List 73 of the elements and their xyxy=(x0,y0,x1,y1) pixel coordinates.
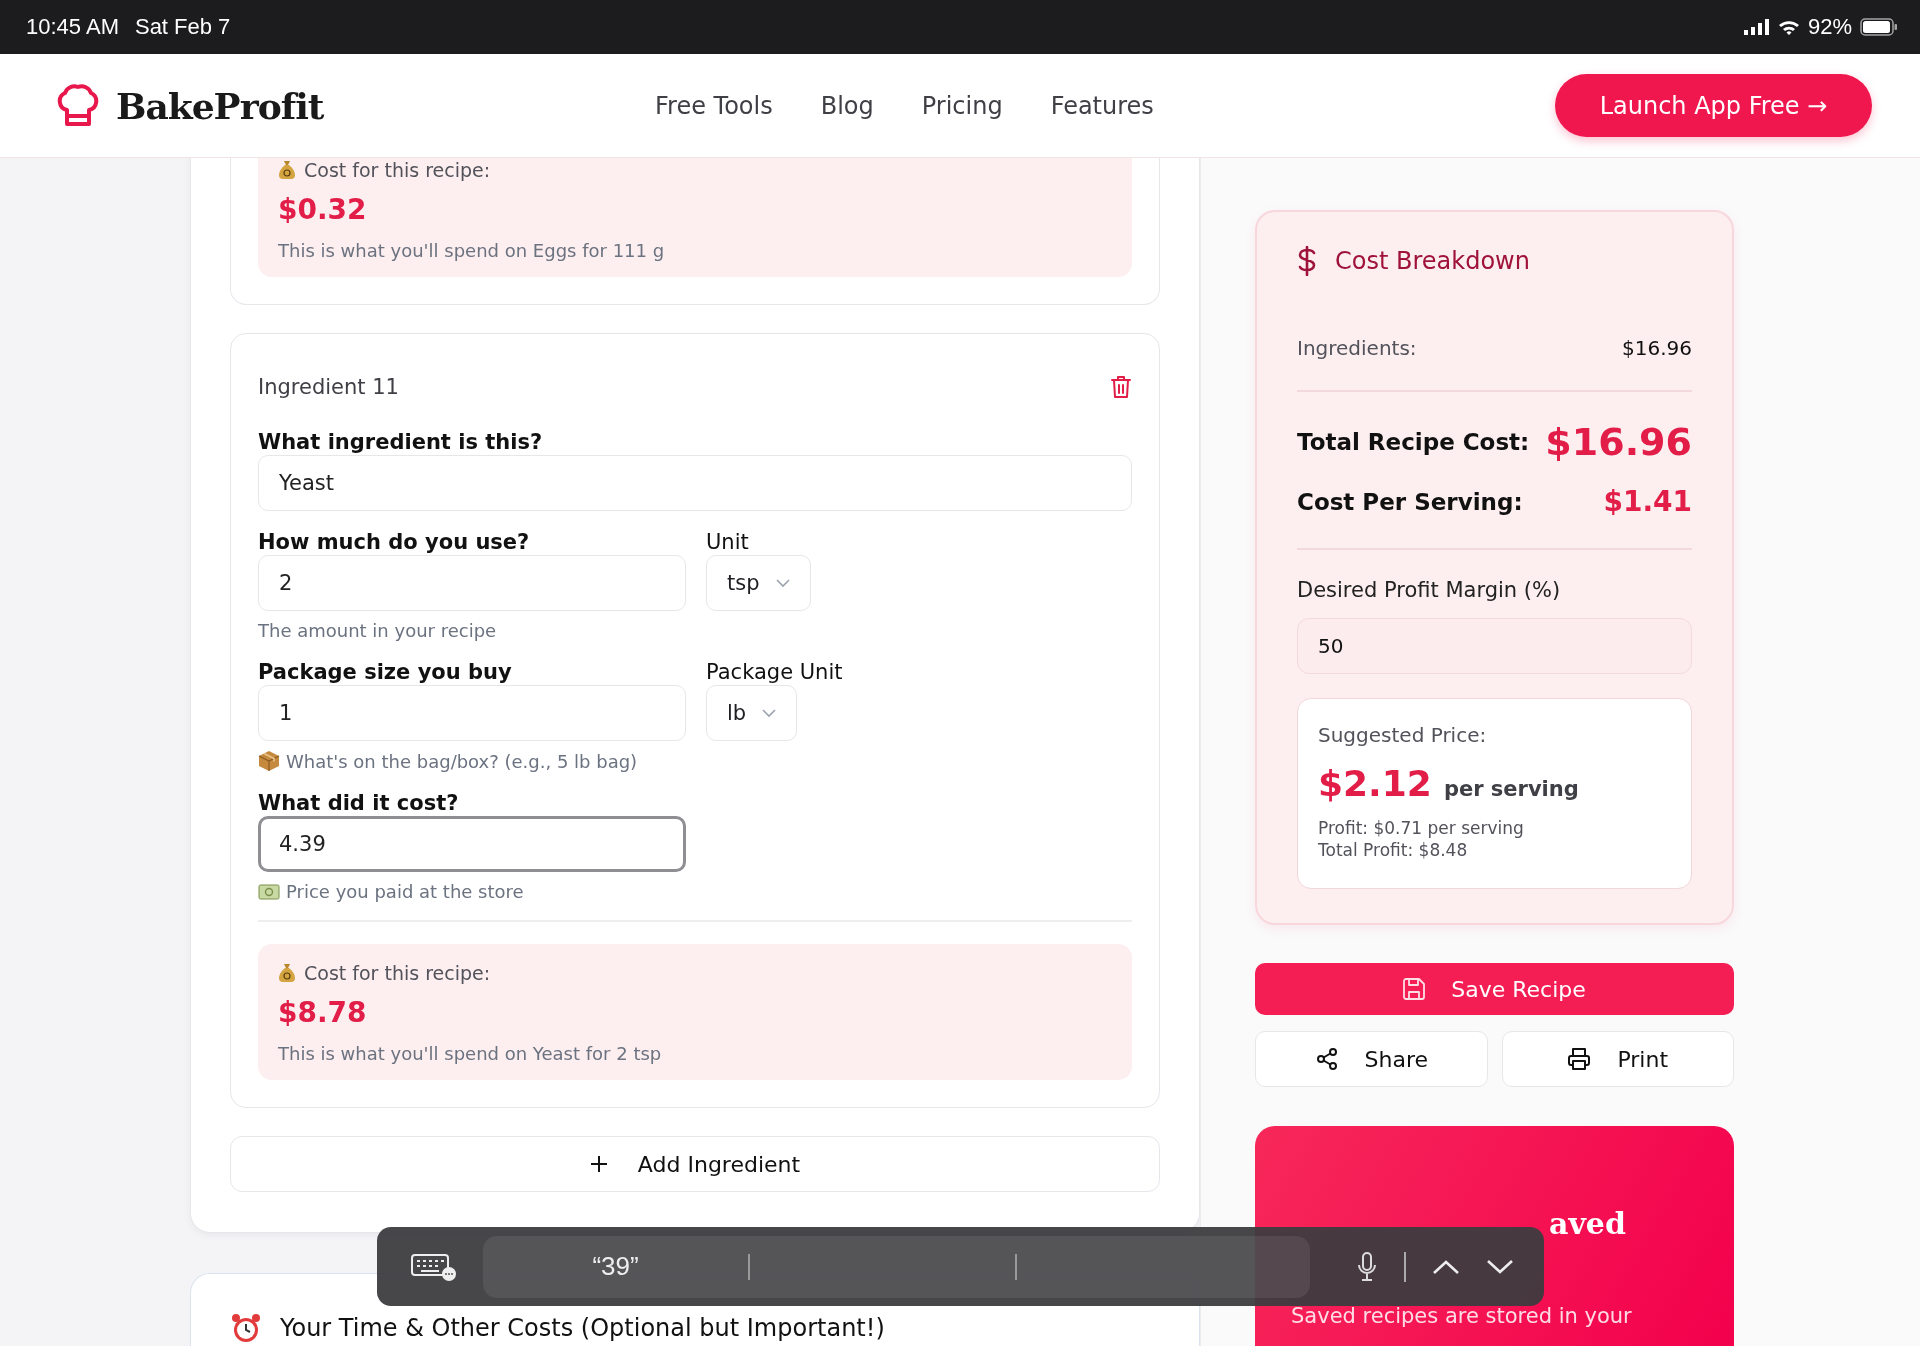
chevron-down-icon xyxy=(762,708,777,718)
share-button[interactable]: Share xyxy=(1255,1031,1488,1087)
suggestion[interactable]: “39” xyxy=(483,1251,748,1282)
profit-text: Profit: $0.71 per serving xyxy=(1318,818,1525,838)
field-label: How much do you use? xyxy=(258,530,531,555)
signal-icon xyxy=(1743,19,1770,35)
print-button[interactable]: Print xyxy=(1501,1031,1734,1087)
chevron-down-icon[interactable] xyxy=(1486,1258,1514,1275)
total-cost-label: Total Recipe Cost: xyxy=(1297,429,1530,455)
cost-value: $8.78 xyxy=(278,996,368,1029)
ingredients-total: $16.96 xyxy=(1622,336,1692,360)
field-label: Package size you buy xyxy=(258,660,513,685)
cost-label: Cost for this recipe: xyxy=(304,159,491,181)
keyboard-icon[interactable] xyxy=(411,1251,457,1282)
field-label: What ingredient is this? xyxy=(258,430,544,455)
input-field[interactable]: 1 xyxy=(258,685,686,741)
chevron-down-icon xyxy=(775,578,790,588)
battery-icon xyxy=(1860,18,1898,36)
unit-select[interactable]: tsp xyxy=(706,555,811,611)
section-title: Your Time & Other Costs (Optional but Important!) xyxy=(280,1314,885,1342)
nav-link[interactable]: Pricing xyxy=(921,91,1003,120)
box-icon xyxy=(258,750,280,772)
ingredient-title: Ingredient 11 xyxy=(258,375,399,399)
launch-app-button[interactable]: Launch App Free → xyxy=(1555,74,1872,137)
share-icon xyxy=(1314,1047,1339,1071)
cost-note: This is what you'll spend on Eggs for 111 g xyxy=(278,240,666,261)
wifi-icon xyxy=(1777,18,1800,36)
card-title: Cost Breakdown xyxy=(1335,247,1530,275)
nav-link[interactable]: Features xyxy=(1050,91,1154,120)
field-label: Desired Profit Margin (%) xyxy=(1297,578,1562,602)
chef-hat-icon xyxy=(55,83,101,128)
printer-icon xyxy=(1567,1047,1592,1071)
field-label: What did it cost? xyxy=(258,791,460,816)
nav-link[interactable]: Blog xyxy=(820,91,874,120)
cost-value: $0.32 xyxy=(278,193,368,226)
suggested-label: Suggested Price: xyxy=(1318,723,1488,747)
promo-title: aved xyxy=(1549,1206,1626,1241)
ingredients-label: Ingredients: xyxy=(1297,336,1417,360)
promo-text: Saved recipes are stored in your xyxy=(1291,1304,1633,1328)
status-time: 10:45 AM xyxy=(26,14,119,40)
status-date: Sat Feb 7 xyxy=(134,14,231,40)
cash-icon xyxy=(258,883,280,900)
input-field[interactable]: Yeast xyxy=(258,455,1132,511)
field-hint: The amount in your recipe xyxy=(258,620,497,641)
input-field[interactable]: 4.39 xyxy=(258,816,686,872)
field-label: Package Unit xyxy=(706,660,843,685)
save-icon xyxy=(1403,978,1426,1000)
add-ingredient-button[interactable]: Add Ingredient xyxy=(230,1136,1160,1192)
cost-label: Cost for this recipe: xyxy=(304,962,491,984)
per-serving-label: Cost Per Serving: xyxy=(1297,488,1523,515)
save-recipe-button[interactable]: Save Recipe xyxy=(1255,963,1734,1015)
field-hint: Price you paid at the store xyxy=(286,881,524,902)
dollar-icon xyxy=(1297,246,1317,276)
cost-note: This is what you'll spend on Yeast for 2 tsp xyxy=(278,1043,663,1064)
brand-name[interactable]: BakeProfit xyxy=(116,84,324,127)
total-cost-value: $16.96 xyxy=(1545,420,1692,464)
total-profit-text: Total Profit: $8.48 xyxy=(1318,840,1469,860)
margin-input[interactable]: 50 xyxy=(1297,618,1692,674)
microphone-icon[interactable] xyxy=(1356,1251,1378,1282)
nav-link[interactable]: Free Tools xyxy=(655,91,773,120)
field-hint: What's on the bag/box? (e.g., 5 lb bag) xyxy=(286,750,638,772)
chevron-up-icon[interactable] xyxy=(1432,1258,1460,1275)
per-serving-value: $1.41 xyxy=(1603,485,1692,518)
suggested-price: $2.12 xyxy=(1318,763,1432,804)
money-bag-icon xyxy=(278,963,296,983)
field-label: Unit xyxy=(706,530,750,555)
money-bag-icon xyxy=(278,160,296,180)
trash-icon[interactable] xyxy=(1110,375,1132,399)
input-field[interactable]: 2 xyxy=(258,555,686,611)
unit-select[interactable]: lb xyxy=(706,685,798,741)
price-unit: per serving xyxy=(1443,777,1579,801)
battery-percent: 92% xyxy=(1807,14,1852,40)
plus-icon xyxy=(589,1155,608,1173)
